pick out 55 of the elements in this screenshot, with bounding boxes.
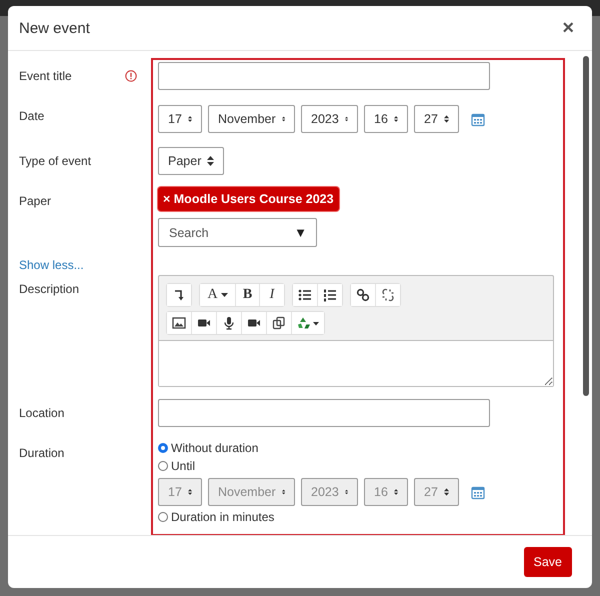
toolbar-button[interactable] [293,284,318,306]
field-label: Location [19,406,64,420]
image-icon [172,316,186,330]
calendar-icon[interactable] [471,112,485,126]
toolbar-button[interactable] [167,312,192,334]
numbered-list-icon [323,288,337,302]
radio-button[interactable] [158,443,168,453]
radio-button[interactable] [158,512,168,522]
microphone-icon [222,316,236,330]
broken-link-icon [381,288,395,302]
text-field[interactable] [158,62,490,90]
toolbar-button[interactable] [351,284,376,306]
recycle-icon [297,316,319,330]
select-field[interactable]: 27 [414,105,459,133]
sort-arrows-icon [344,114,348,124]
close-button[interactable]: × [558,18,578,38]
bulleted-list-icon [298,288,312,302]
field-label: Event title [19,69,72,83]
sort-arrows-icon [207,156,214,166]
sort-arrows-icon [444,487,449,497]
select-field[interactable]: Paper [158,147,224,175]
text-field[interactable] [158,399,490,427]
sort-arrows-icon [394,487,398,497]
radio-button[interactable] [158,461,168,471]
dialog-title: New event [19,20,90,36]
sort-arrows-icon [188,114,192,124]
calendar-icon[interactable] [471,484,485,500]
selected-tag[interactable]: × Moodle Users Course 2023 [158,187,339,211]
link-icon [356,288,370,302]
select-field[interactable]: 2023 [301,105,358,133]
select-field[interactable]: 16 [364,105,408,133]
dropdown-toggle[interactable]: ▼ [294,225,307,240]
copy-icon [272,316,286,330]
caret-icon [220,293,228,297]
sort-arrows-icon [444,114,449,124]
sort-arrows-icon [394,114,398,124]
font-button[interactable]: A [200,284,236,306]
save-button[interactable]: Save [524,547,572,577]
sort-arrows-icon [344,487,348,497]
field-label: Duration [19,446,64,460]
show-less-link[interactable]: Show less... [19,258,84,272]
field-label: Type of event [19,154,92,168]
scrollbar[interactable] [583,56,589,396]
select-field[interactable]: November [208,105,295,133]
field-label: Paper [19,194,52,208]
sort-arrows-icon [282,114,285,124]
option-label: Without duration [171,441,258,455]
sort-arrows-icon [282,487,285,497]
field-label: Description [19,282,80,296]
arrow-icon [172,288,186,302]
field-label: Date [19,109,44,123]
sort-arrows-icon [188,487,192,497]
select-field[interactable]: 17 [158,105,202,133]
option-label: Until [171,459,196,473]
option-label: Duration in minutes [171,510,274,524]
